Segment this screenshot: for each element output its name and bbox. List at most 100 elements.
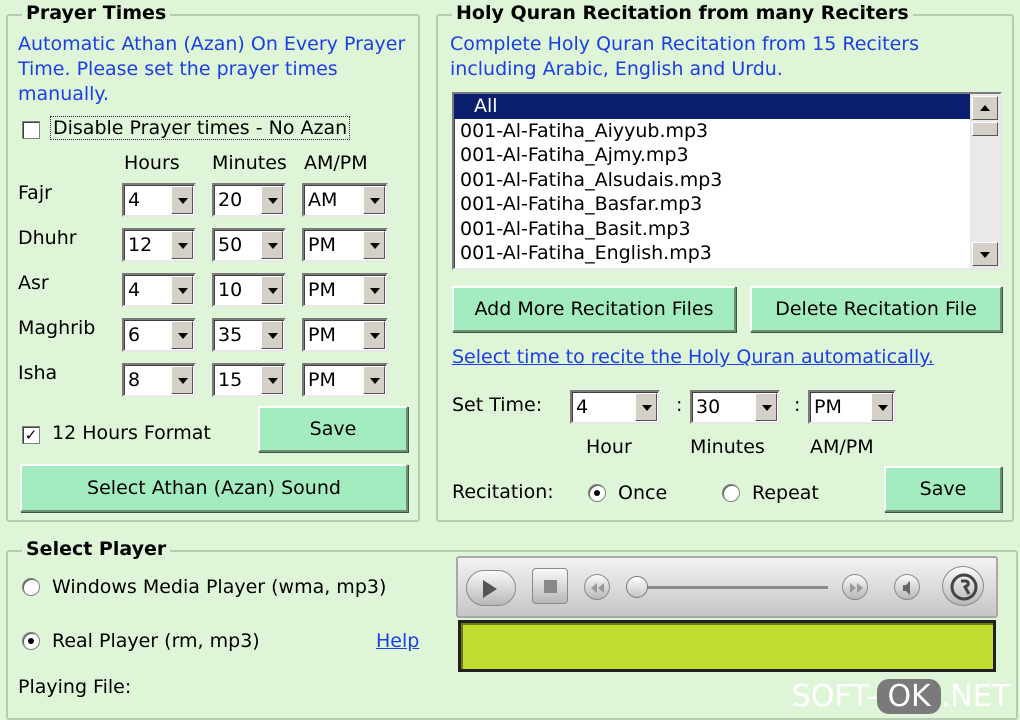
scroll-thumb[interactable] <box>972 122 998 136</box>
prayer-name-maghrib: Maghrib <box>18 317 96 339</box>
chevron-down-icon[interactable] <box>171 231 193 259</box>
fajr-minute-select[interactable]: 20 <box>212 183 286 217</box>
stop-icon[interactable] <box>532 568 568 604</box>
select-player-title: Select Player <box>22 538 171 560</box>
player-display <box>458 620 996 672</box>
recite-ampm-select[interactable]: PM <box>808 390 896 424</box>
add-recitation-files-button[interactable]: Add More Recitation Files <box>452 286 736 332</box>
chevron-down-icon[interactable] <box>363 231 385 259</box>
wmp-radio[interactable] <box>22 578 40 596</box>
recite-hour-select[interactable]: 4 <box>570 390 660 424</box>
once-label[interactable]: Once <box>618 482 667 504</box>
chevron-down-icon[interactable] <box>171 186 193 214</box>
recitation-label: Recitation: <box>452 481 554 503</box>
real-player-label[interactable]: Real Player (rm, mp3) <box>52 630 260 652</box>
hours-column-label: Hours <box>124 152 180 174</box>
rewind-icon[interactable] <box>584 574 610 600</box>
isha-minute-select[interactable]: 15 <box>212 363 286 397</box>
recite-minute-select[interactable]: 30 <box>690 390 780 424</box>
auto-recite-link[interactable]: Select time to recite the Holy Quran aut… <box>452 346 934 368</box>
play-icon[interactable] <box>466 570 516 606</box>
scroll-up-icon[interactable] <box>972 96 998 120</box>
chevron-down-icon[interactable] <box>261 186 283 214</box>
dhuhr-minute-value: 50 <box>218 234 243 256</box>
repeat-label[interactable]: Repeat <box>752 482 819 504</box>
asr-ampm-select[interactable]: PM <box>302 273 388 307</box>
asr-minute-select[interactable]: 10 <box>212 273 286 307</box>
delete-recitation-file-button[interactable]: Delete Recitation File <box>750 286 1002 332</box>
maghrib-hour-value: 6 <box>128 324 141 346</box>
repeat-radio[interactable] <box>722 484 740 502</box>
scroll-down-icon[interactable] <box>972 242 998 266</box>
chevron-down-icon[interactable] <box>363 366 385 394</box>
once-radio[interactable] <box>588 484 606 502</box>
dhuhr-hour-select[interactable]: 12 <box>122 228 196 262</box>
recite-minute-value: 30 <box>696 396 721 418</box>
dhuhr-ampm-value: PM <box>308 234 336 256</box>
list-item[interactable]: 001-Al-Fatiha_Basfar.mp3 <box>454 192 1000 217</box>
chevron-down-icon[interactable] <box>363 276 385 304</box>
chevron-down-icon[interactable] <box>755 393 777 421</box>
watermark-pre: SOFT- <box>791 679 878 714</box>
recitation-save-button[interactable]: Save <box>884 466 1002 512</box>
hour-caption: Hour <box>586 436 632 458</box>
list-item[interactable]: 001-Al-Fatiha_Alsudais.mp3 <box>454 168 1000 193</box>
list-item[interactable]: 001-Al-Fatiha_Ajmy.mp3 <box>454 143 1000 168</box>
maghrib-minute-value: 35 <box>218 324 243 346</box>
seek-slider-handle[interactable] <box>626 576 648 598</box>
fajr-ampm-value: AM <box>308 189 338 211</box>
twelve-hour-checkbox[interactable]: ✓ <box>22 426 40 444</box>
chevron-down-icon[interactable] <box>871 393 893 421</box>
chevron-down-icon[interactable] <box>171 366 193 394</box>
asr-hour-select[interactable]: 4 <box>122 273 196 307</box>
real-player-logo-icon[interactable] <box>942 566 984 606</box>
disable-prayer-label[interactable]: Disable Prayer times - No Azan <box>50 116 351 140</box>
list-scrollbar[interactable] <box>970 94 1000 268</box>
dhuhr-minute-select[interactable]: 50 <box>212 228 286 262</box>
wmp-label[interactable]: Windows Media Player (wma, mp3) <box>52 576 386 598</box>
maghrib-hour-select[interactable]: 6 <box>122 318 196 352</box>
chevron-down-icon[interactable] <box>261 366 283 394</box>
chevron-down-icon[interactable] <box>261 321 283 349</box>
recitation-file-list[interactable]: All 001-Al-Fatiha_Aiyyub.mp3 001-Al-Fati… <box>452 92 1002 270</box>
select-athan-sound-button[interactable]: Select Athan (Azan) Sound <box>20 464 408 512</box>
chevron-down-icon[interactable] <box>635 393 657 421</box>
fast-forward-icon[interactable] <box>842 574 868 600</box>
disable-prayer-checkbox[interactable] <box>22 121 40 139</box>
ampm-column-label: AM/PM <box>304 152 368 174</box>
chevron-down-icon[interactable] <box>261 231 283 259</box>
list-item[interactable]: All <box>454 94 970 119</box>
isha-ampm-select[interactable]: PM <box>302 363 388 397</box>
prayer-save-button[interactable]: Save <box>258 406 408 452</box>
fajr-hour-select[interactable]: 4 <box>122 183 196 217</box>
maghrib-ampm-select[interactable]: PM <box>302 318 388 352</box>
prayer-name-dhuhr: Dhuhr <box>18 227 77 249</box>
maghrib-minute-select[interactable]: 35 <box>212 318 286 352</box>
twelve-hour-label[interactable]: 12 Hours Format <box>52 422 211 444</box>
chevron-down-icon[interactable] <box>363 321 385 349</box>
list-item[interactable]: 001-Al-Fatiha_English.mp3 <box>454 241 1000 266</box>
isha-hour-select[interactable]: 8 <box>122 363 196 397</box>
recite-ampm-value: PM <box>814 396 842 418</box>
fajr-ampm-select[interactable]: AM <box>302 183 388 217</box>
quran-recitation-title: Holy Quran Recitation from many Reciters <box>452 2 913 24</box>
volume-icon[interactable] <box>894 574 920 600</box>
chevron-down-icon[interactable] <box>171 321 193 349</box>
list-item[interactable]: 001-Al-Fatiha_Basit.mp3 <box>454 217 1000 242</box>
ampm-caption: AM/PM <box>810 436 874 458</box>
prayer-name-fajr: Fajr <box>18 182 52 204</box>
chevron-down-icon[interactable] <box>171 276 193 304</box>
quran-description: Complete Holy Quran Recitation from 15 R… <box>450 33 919 80</box>
time-separator: : <box>676 394 683 416</box>
prayer-times-title: Prayer Times <box>22 2 171 24</box>
seek-track[interactable] <box>642 586 828 589</box>
help-link[interactable]: Help <box>376 630 419 652</box>
real-player-radio[interactable] <box>22 632 40 650</box>
dhuhr-ampm-select[interactable]: PM <box>302 228 388 262</box>
chevron-down-icon[interactable] <box>261 276 283 304</box>
chevron-down-icon[interactable] <box>363 186 385 214</box>
prayer-name-isha: Isha <box>18 362 58 384</box>
list-item[interactable]: 001-Al-Fatiha_Aiyyub.mp3 <box>454 119 1000 144</box>
asr-ampm-value: PM <box>308 279 336 301</box>
prayer-name-asr: Asr <box>18 272 49 294</box>
